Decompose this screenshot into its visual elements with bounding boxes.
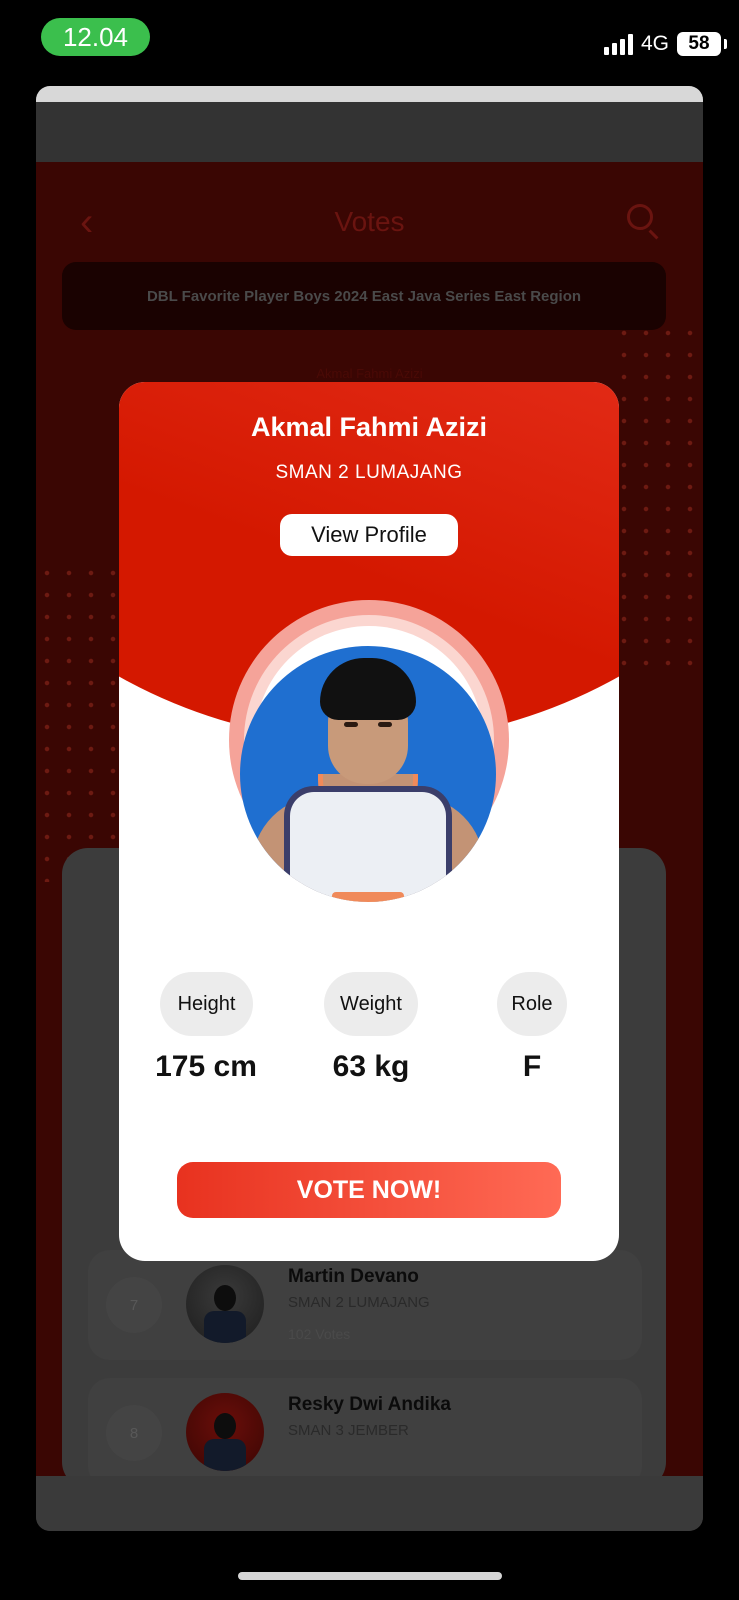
- sheet-top-bar: [36, 102, 703, 162]
- rank-badge: 8: [106, 1405, 162, 1461]
- role-value: F: [522, 1050, 542, 1083]
- sheet-bottom-bar: [36, 1476, 703, 1531]
- weight-value: 63 kg: [332, 1050, 410, 1083]
- role-label: Role: [497, 972, 567, 1036]
- vote-now-button[interactable]: VOTE NOW!: [177, 1162, 561, 1218]
- player-name: Resky Dwi Andika: [288, 1394, 451, 1415]
- status-indicators: 4G 58: [603, 30, 727, 58]
- avatar: [186, 1265, 264, 1343]
- player-school: SMAN 3 JEMBER: [288, 1422, 409, 1439]
- vote-count: 102 Votes: [288, 1326, 351, 1342]
- view-profile-button[interactable]: View Profile: [280, 514, 458, 556]
- page-title: Votes: [334, 206, 405, 237]
- home-indicator[interactable]: [238, 1572, 502, 1580]
- list-item[interactable]: 8 Resky Dwi Andika SMAN 3 JEMBER: [88, 1378, 642, 1488]
- height-value: 175 cm: [155, 1050, 257, 1083]
- player-name: Akmal Fahmi Azizi: [250, 412, 488, 442]
- player-school: SMAN 2 LUMAJANG: [288, 1294, 430, 1311]
- player-name: Martin Devano: [288, 1266, 419, 1287]
- player-photo: [240, 646, 496, 902]
- player-detail-modal: Akmal Fahmi Azizi SMAN 2 LUMAJANG View P…: [119, 382, 619, 1261]
- battery-icon: 58: [677, 32, 727, 56]
- decorative-dots-left: [36, 562, 116, 882]
- sheet-grabber-area: [36, 86, 703, 102]
- status-time: 12.04: [41, 18, 150, 56]
- height-label: Height: [160, 972, 253, 1036]
- background-player-name: Akmal Fahmi Azizi: [316, 366, 423, 381]
- search-icon[interactable]: [627, 204, 653, 230]
- weight-label: Weight: [324, 972, 418, 1036]
- player-school: SMAN 2 LUMAJANG: [275, 462, 463, 483]
- battery-level: 58: [688, 33, 710, 54]
- event-banner[interactable]: DBL Favorite Player Boys 2024 East Java …: [62, 262, 666, 330]
- network-type: 4G: [640, 32, 669, 55]
- list-item[interactable]: 7 Martin Devano SMAN 2 LUMAJANG 102 Vote…: [88, 1250, 642, 1360]
- rank-badge: 7: [106, 1277, 162, 1333]
- avatar: [186, 1393, 264, 1471]
- signal-icon: [603, 33, 633, 55]
